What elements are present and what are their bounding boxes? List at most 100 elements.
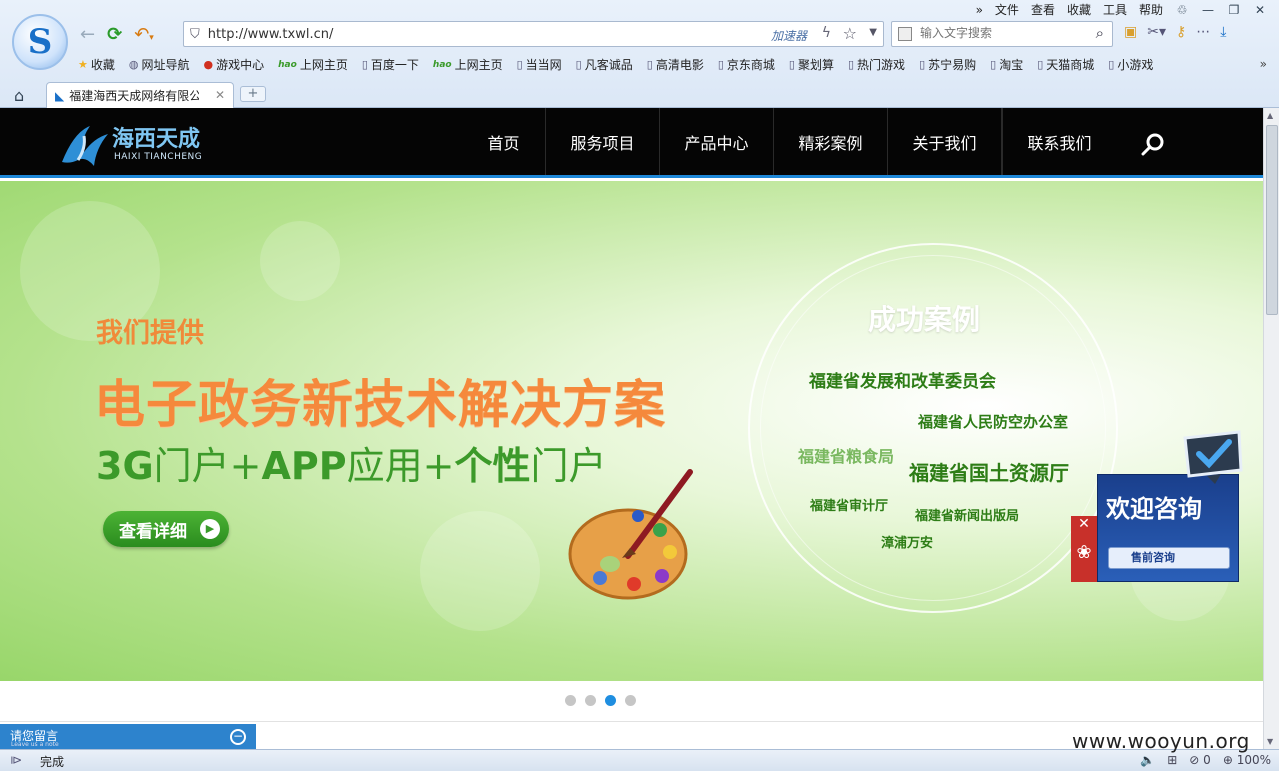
- tab-active[interactable]: ◣ 福建海西天成网络有限公 ✕: [46, 82, 234, 108]
- case-item[interactable]: 漳浦万安: [881, 532, 933, 551]
- bookmark-item[interactable]: hao 上网主页: [278, 56, 348, 73]
- url-input[interactable]: [207, 26, 748, 42]
- case-item[interactable]: 福建省新闻出版局: [915, 505, 1019, 524]
- bookmark-item[interactable]: ▯ 天猫商城: [1037, 56, 1094, 73]
- address-bar[interactable]: ⛉ 加速器 ϟ ☆ ▼: [183, 21, 884, 47]
- home-icon[interactable]: ⌂: [14, 86, 24, 105]
- page-icon: ▯: [575, 58, 582, 71]
- skin-icon[interactable]: ♲: [1175, 3, 1189, 17]
- minimize-circle-icon[interactable]: −: [230, 729, 246, 745]
- bookmark-item[interactable]: ▯ 小游戏: [1108, 56, 1153, 73]
- lock-icon[interactable]: ⊞: [1167, 753, 1177, 767]
- leave-message-bar[interactable]: 请您留言 Leave us a note −: [0, 724, 256, 749]
- paw-icon: ❀: [1076, 542, 1092, 563]
- nav-contact[interactable]: 联系我们: [1002, 108, 1116, 175]
- bookmark-item[interactable]: ▯ 热门游戏: [848, 56, 905, 73]
- bookmark-item[interactable]: hao 上网主页: [433, 56, 503, 73]
- bookmark-item[interactable]: ▯ 淘宝: [990, 56, 1023, 73]
- view-details-button[interactable]: 查看详细 ▶: [103, 511, 229, 547]
- bookmark-item[interactable]: ▯ 当当网: [517, 56, 562, 73]
- download-icon[interactable]: ⤓: [1220, 24, 1226, 40]
- adblock-counter[interactable]: ⊘ 0: [1189, 753, 1211, 767]
- bookmark-item[interactable]: ▯ 凡客诚品: [576, 56, 633, 73]
- slider-dot[interactable]: [565, 695, 576, 706]
- vertical-scrollbar[interactable]: ▲ ▼: [1263, 108, 1279, 749]
- hao-icon: hao: [432, 59, 452, 70]
- bookmark-item[interactable]: ◍ 网址导航: [129, 56, 190, 73]
- bookmark-label: 热门游戏: [857, 58, 906, 72]
- new-tab-button[interactable]: +: [240, 86, 266, 102]
- slider-dot[interactable]: [585, 695, 596, 706]
- site-search-icon[interactable]: [1140, 132, 1166, 158]
- slider-dot[interactable]: [605, 695, 616, 706]
- scroll-down-icon[interactable]: ▼: [1267, 737, 1273, 746]
- site-logo-cn: 海西天成: [112, 127, 201, 152]
- scroll-thumb[interactable]: [1266, 125, 1278, 315]
- tab-close-icon[interactable]: ✕: [215, 88, 225, 102]
- sogou-browser-logo[interactable]: S: [12, 14, 68, 70]
- message-subtitle: Leave us a note: [11, 741, 59, 748]
- bookmark-label: 天猫商城: [1046, 58, 1095, 72]
- zoom-level[interactable]: ⊕ 100%: [1223, 753, 1271, 767]
- chevron-down-icon[interactable]: ▼: [869, 27, 877, 38]
- accelerator-label[interactable]: 加速器: [771, 27, 807, 44]
- presales-consult-button[interactable]: 售前咨询: [1108, 547, 1230, 569]
- nav-cases[interactable]: 精彩案例: [774, 108, 888, 175]
- paint-palette-icon: [568, 469, 693, 600]
- case-item[interactable]: 福建省发展和改革委员会: [809, 367, 996, 392]
- menu-tools[interactable]: 工具: [1103, 1, 1127, 18]
- menu-favorites[interactable]: 收藏: [1067, 1, 1091, 18]
- bookmark-item[interactable]: ▯ 苏宁易购: [919, 56, 976, 73]
- menu-view[interactable]: 查看: [1031, 1, 1055, 18]
- bookmarks-more-icon[interactable]: »: [1260, 57, 1267, 71]
- case-item[interactable]: 福建省审计厅: [810, 495, 888, 514]
- slider-dots: [0, 691, 1263, 711]
- bookmark-label: 网址导航: [141, 58, 190, 72]
- key-icon[interactable]: ⚷: [1176, 24, 1186, 40]
- volume-icon[interactable]: 🔈: [1140, 753, 1155, 767]
- hero-banner: 我们提供 电子政务新技术解决方案 3G门户+APP应用+个性门户 查看详细 ▶: [0, 181, 1263, 681]
- menu-more-icon[interactable]: »: [976, 3, 983, 17]
- sidebar-toggle-icon[interactable]: ⧐: [10, 753, 22, 767]
- close-icon[interactable]: ✕: [1253, 3, 1267, 17]
- case-item[interactable]: 福建省国土资源厅: [909, 457, 1069, 486]
- nav-services[interactable]: 服务项目: [546, 108, 660, 175]
- site-logo[interactable]: 海西天成 HAIXI TIANCHENG: [60, 122, 202, 168]
- browser-window: S » 文件 查看 收藏 工具 帮助 ♲ — ❐ ✕ ← ⟳ ↶▾ ⛉ 加速器 …: [0, 0, 1279, 771]
- sub-part: 门户+: [153, 444, 262, 488]
- bookmark-item[interactable]: ▯ 聚划算: [789, 56, 834, 73]
- nav-home[interactable]: 首页: [462, 108, 546, 175]
- bookmark-item[interactable]: ★ 收藏: [78, 56, 115, 73]
- restore-icon[interactable]: ❐: [1227, 3, 1241, 17]
- nav-products[interactable]: 产品中心: [660, 108, 774, 175]
- search-input[interactable]: [920, 26, 1080, 40]
- bookmark-item[interactable]: ▯ 京东商城: [718, 56, 775, 73]
- menu-help[interactable]: 帮助: [1139, 1, 1163, 18]
- bookmark-item[interactable]: ● 游戏中心: [204, 56, 265, 73]
- more-icon[interactable]: ⋯: [1196, 24, 1210, 40]
- lightning-icon[interactable]: ϟ: [822, 25, 831, 41]
- bookmark-label: 苏宁易购: [928, 58, 977, 72]
- bookmark-label: 高清电影: [655, 58, 704, 72]
- minimize-icon[interactable]: —: [1201, 3, 1215, 17]
- sidebar-icon[interactable]: ▣: [1124, 24, 1137, 40]
- nav-about[interactable]: 关于我们: [888, 108, 1002, 175]
- scissors-icon[interactable]: ✂▾: [1147, 24, 1166, 40]
- search-engine-icon[interactable]: [898, 27, 912, 41]
- back-arrow-icon[interactable]: ←: [80, 24, 95, 45]
- bookmark-star-icon[interactable]: ☆: [843, 24, 857, 43]
- menu-file[interactable]: 文件: [995, 1, 1019, 18]
- undo-icon[interactable]: ↶▾: [134, 24, 154, 45]
- case-item[interactable]: 福建省人民防空办公室: [918, 411, 1068, 432]
- bookmark-item[interactable]: ▯ 百度一下: [362, 56, 419, 73]
- bookmark-item[interactable]: ▯ 高清电影: [647, 56, 704, 73]
- search-icon[interactable]: ⌕: [1096, 24, 1104, 42]
- case-item[interactable]: 福建省粮食局: [798, 443, 894, 467]
- refresh-icon[interactable]: ⟳: [107, 24, 122, 45]
- slider-dot[interactable]: [625, 695, 636, 706]
- consult-close-button[interactable]: ✕ ❀: [1071, 516, 1097, 582]
- bookmark-label: 百度一下: [370, 58, 419, 72]
- scroll-up-icon[interactable]: ▲: [1267, 111, 1273, 120]
- search-box[interactable]: ⌕: [891, 21, 1113, 47]
- site-favicon-icon: ◣: [55, 88, 65, 103]
